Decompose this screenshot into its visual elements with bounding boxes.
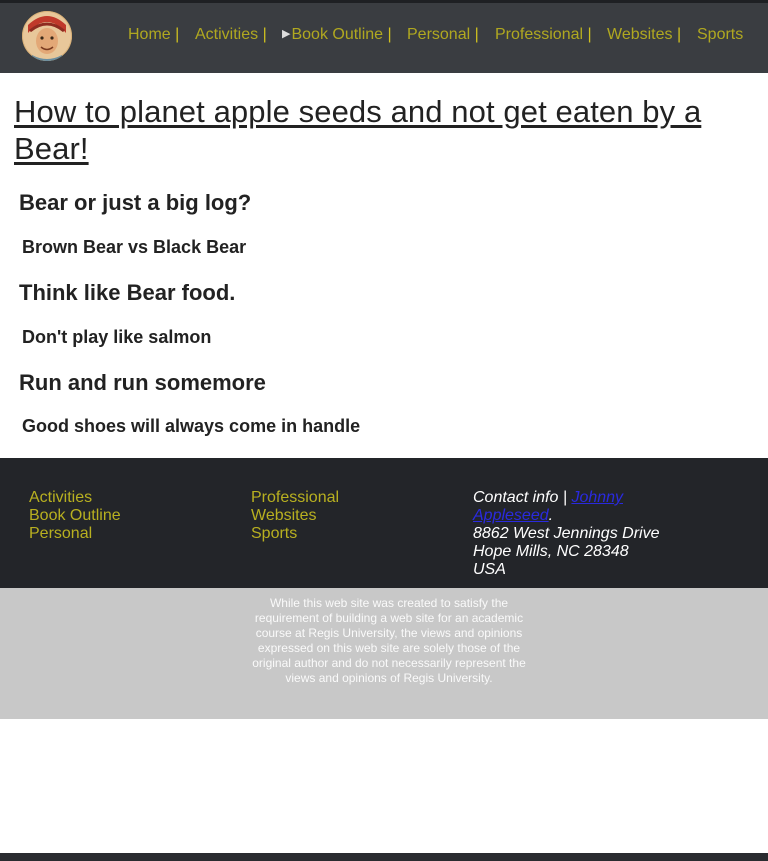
page-title: How to planet apple seeds and not get ea… xyxy=(14,94,702,166)
section-heading: Think like Bear food. xyxy=(19,280,236,305)
section-heading: Run and run somemore xyxy=(19,370,266,395)
nav-websites[interactable]: Websites | xyxy=(607,26,681,44)
nav-separator: | xyxy=(262,26,267,43)
footer-link-activities[interactable]: Activities xyxy=(29,489,121,507)
nav-home-label: Home xyxy=(128,26,171,43)
footer-link-sports[interactable]: Sports xyxy=(251,525,339,543)
nav-sports[interactable]: Sports xyxy=(697,26,743,44)
disclaimer-section: While this web site was created to satis… xyxy=(0,588,768,719)
dropdown-caret-icon: ▶ xyxy=(282,28,291,40)
address-line-1: 8862 West Jennings Drive xyxy=(473,525,660,542)
nav-book-outline-label: Book Outline xyxy=(291,26,384,43)
contact-label: Contact info | xyxy=(473,489,567,506)
main-nav: Home | Activities | ▶Book Outline | Pers… xyxy=(0,26,768,50)
nav-home[interactable]: Home | xyxy=(128,26,179,44)
nav-websites-label: Websites xyxy=(607,26,673,43)
contact-info: Contact info | Johnny Appleseed. 8862 We… xyxy=(473,489,673,579)
nav-personal[interactable]: Personal | xyxy=(407,26,479,44)
nav-book-outline[interactable]: ▶Book Outline | xyxy=(282,26,392,44)
nav-separator: | xyxy=(587,26,592,43)
site-footer: Activities Book Outline Personal Profess… xyxy=(0,458,768,588)
address-line-2: Hope Mills, NC 28348 xyxy=(473,543,629,560)
section-subheading: Good shoes will always come in handle xyxy=(22,416,361,436)
section-subheading: Brown Bear vs Black Bear xyxy=(22,237,247,257)
nav-personal-label: Personal xyxy=(407,26,471,43)
footer-links-col-1: Activities Book Outline Personal xyxy=(29,489,121,543)
bottom-border xyxy=(0,853,768,861)
nav-sports-label: Sports xyxy=(697,26,744,43)
footer-link-personal[interactable]: Personal xyxy=(29,525,121,543)
nav-activities-label: Activities xyxy=(195,26,259,43)
footer-link-book-outline[interactable]: Book Outline xyxy=(29,507,121,525)
nav-separator: | xyxy=(676,26,682,43)
nav-professional-label: Professional xyxy=(495,26,584,43)
nav-activities[interactable]: Activities | xyxy=(195,26,267,44)
contact-period: . xyxy=(548,507,554,524)
nav-professional[interactable]: Professional | xyxy=(495,26,592,44)
address-country: USA xyxy=(473,561,506,578)
footer-links-col-2: Professional Websites Sports xyxy=(251,489,339,543)
nav-separator: | xyxy=(474,26,479,43)
nav-separator: | xyxy=(175,26,180,43)
site-header: Home | Activities | ▶Book Outline | Pers… xyxy=(0,3,768,73)
footer-link-professional[interactable]: Professional xyxy=(251,489,339,507)
disclaimer-text: While this web site was created to satis… xyxy=(252,596,526,685)
section-heading: Bear or just a big log? xyxy=(19,190,252,215)
main-content: How to planet apple seeds and not get ea… xyxy=(0,73,768,458)
section-subheading: Don't play like salmon xyxy=(22,327,212,347)
footer-link-websites[interactable]: Websites xyxy=(251,507,339,525)
nav-separator: | xyxy=(387,26,392,43)
